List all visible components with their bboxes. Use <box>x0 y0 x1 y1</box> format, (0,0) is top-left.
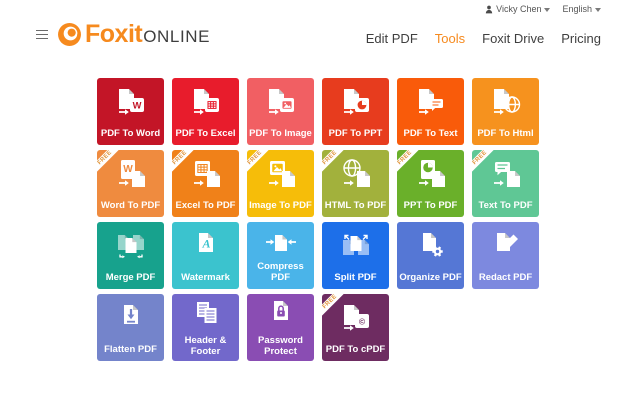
tile-label: Excel To PDF <box>172 200 239 211</box>
brand-suffix: ONLINE <box>143 27 210 47</box>
tile-ppt-to-pdf[interactable]: FREEPPT To PDF <box>397 150 464 217</box>
tile-compress-pdf[interactable]: Compress PDF <box>247 222 314 289</box>
pdf-to-ppt-icon <box>338 85 374 121</box>
nav-item-foxit-drive[interactable]: Foxit Drive <box>482 31 544 46</box>
language-menu[interactable]: English <box>562 4 601 14</box>
tile-pdf-to-html[interactable]: PDF To Html <box>472 78 539 145</box>
tile-organize-pdf[interactable]: Organize PDF <box>397 222 464 289</box>
compress-pdf-icon <box>263 229 299 265</box>
chevron-down-icon <box>595 8 601 12</box>
html-to-pdf-icon <box>338 157 374 193</box>
text-to-pdf-icon <box>488 157 524 193</box>
svg-text:A: A <box>201 237 210 251</box>
nav-item-tools[interactable]: Tools <box>435 31 465 46</box>
chevron-down-icon <box>544 8 550 12</box>
tile-excel-to-pdf[interactable]: FREEExcel To PDF <box>172 150 239 217</box>
foxit-logo-icon <box>57 22 82 47</box>
tile-label: Merge PDF <box>97 272 164 283</box>
tile-label: PDF To cPDF <box>322 344 389 355</box>
user-icon <box>485 5 493 14</box>
tile-label: PDF To Text <box>397 128 464 139</box>
redact-pdf-icon <box>488 229 524 265</box>
organize-pdf-icon <box>413 229 449 265</box>
svg-text:W: W <box>123 164 133 175</box>
tile-label: Text To PDF <box>472 200 539 211</box>
tile-label: Split PDF <box>322 272 389 283</box>
tile-label: Image To PDF <box>247 200 314 211</box>
tile-label: PDF To Excel <box>172 128 239 139</box>
svg-text:©: © <box>358 316 365 326</box>
pdf-to-excel-icon <box>188 85 224 121</box>
tools-grid: W PDF To Word PDF To Excel PDF To Image PDF … <box>97 78 539 361</box>
tile-text-to-pdf[interactable]: FREEText To PDF <box>472 150 539 217</box>
nav-item-edit-pdf[interactable]: Edit PDF <box>366 31 418 46</box>
tile-split-pdf[interactable]: Split PDF <box>322 222 389 289</box>
menu-icon[interactable] <box>34 28 50 42</box>
pdf-to-image-icon <box>263 85 299 121</box>
pdf-to-text-icon <box>413 85 449 121</box>
tile-redact-pdf[interactable]: Redact PDF <box>472 222 539 289</box>
watermark-icon: A <box>188 229 224 265</box>
account-user-name: Vicky Chen <box>496 4 541 14</box>
tile-label: PDF To Word <box>97 128 164 139</box>
pdf-to-cpdf-icon: © <box>338 301 374 337</box>
merge-pdf-icon <box>113 229 149 265</box>
brand-name: Foxit <box>85 20 142 49</box>
excel-to-pdf-icon <box>188 157 224 193</box>
tile-pdf-to-cpdf[interactable]: FREE©PDF To cPDF <box>322 294 389 361</box>
tile-html-to-pdf[interactable]: FREEHTML To PDF <box>322 150 389 217</box>
tile-label: PasswordProtect <box>247 335 314 357</box>
tile-label: Compress PDF <box>247 261 314 283</box>
ppt-to-pdf-icon <box>413 157 449 193</box>
pdf-to-word-icon: W <box>113 85 149 121</box>
nav-item-pricing[interactable]: Pricing <box>561 31 601 46</box>
tile-label: PPT To PDF <box>397 200 464 211</box>
tile-label: PDF To Image <box>247 128 314 139</box>
word-to-pdf-icon: W <box>113 157 149 193</box>
tile-pdf-to-image[interactable]: PDF To Image <box>247 78 314 145</box>
split-pdf-icon <box>338 229 374 265</box>
tile-flatten-pdf[interactable]: Flatten PDF <box>97 294 164 361</box>
tile-image-to-pdf[interactable]: FREEImage To PDF <box>247 150 314 217</box>
tile-label: Word To PDF <box>97 200 164 211</box>
tile-label: Redact PDF <box>472 272 539 283</box>
pdf-to-html-icon <box>488 85 524 121</box>
tile-password-protect[interactable]: PasswordProtect <box>247 294 314 361</box>
tile-header-footer[interactable]: Header &Footer <box>172 294 239 361</box>
tile-label: Flatten PDF <box>97 344 164 355</box>
tile-pdf-to-text[interactable]: PDF To Text <box>397 78 464 145</box>
tile-label: HTML To PDF <box>322 200 389 211</box>
account-menu[interactable]: Vicky Chen <box>485 4 550 14</box>
tile-merge-pdf[interactable]: Merge PDF <box>97 222 164 289</box>
language-label: English <box>562 4 592 14</box>
tile-label: PDF To Html <box>472 128 539 139</box>
main-nav: Edit PDF Tools Foxit Drive Pricing <box>366 31 601 46</box>
tile-watermark[interactable]: A Watermark <box>172 222 239 289</box>
svg-text:W: W <box>132 101 141 111</box>
password-protect-icon <box>263 297 299 333</box>
brand-area: Foxit ONLINE <box>34 20 210 49</box>
tile-label: Organize PDF <box>397 272 464 283</box>
tile-pdf-to-word[interactable]: W PDF To Word <box>97 78 164 145</box>
tile-label: Watermark <box>172 272 239 283</box>
image-to-pdf-icon <box>263 157 299 193</box>
flatten-pdf-icon <box>113 301 149 337</box>
top-header: Vicky Chen English Foxit ONLINE Edit PDF… <box>0 0 640 58</box>
tile-label: PDF To PPT <box>322 128 389 139</box>
tile-label: Header &Footer <box>172 335 239 357</box>
tile-word-to-pdf[interactable]: FREEWWord To PDF <box>97 150 164 217</box>
brand-logo[interactable]: Foxit ONLINE <box>57 20 210 49</box>
tile-pdf-to-ppt[interactable]: PDF To PPT <box>322 78 389 145</box>
account-bar: Vicky Chen English <box>485 4 601 14</box>
header-footer-icon <box>188 297 224 333</box>
tile-pdf-to-excel[interactable]: PDF To Excel <box>172 78 239 145</box>
